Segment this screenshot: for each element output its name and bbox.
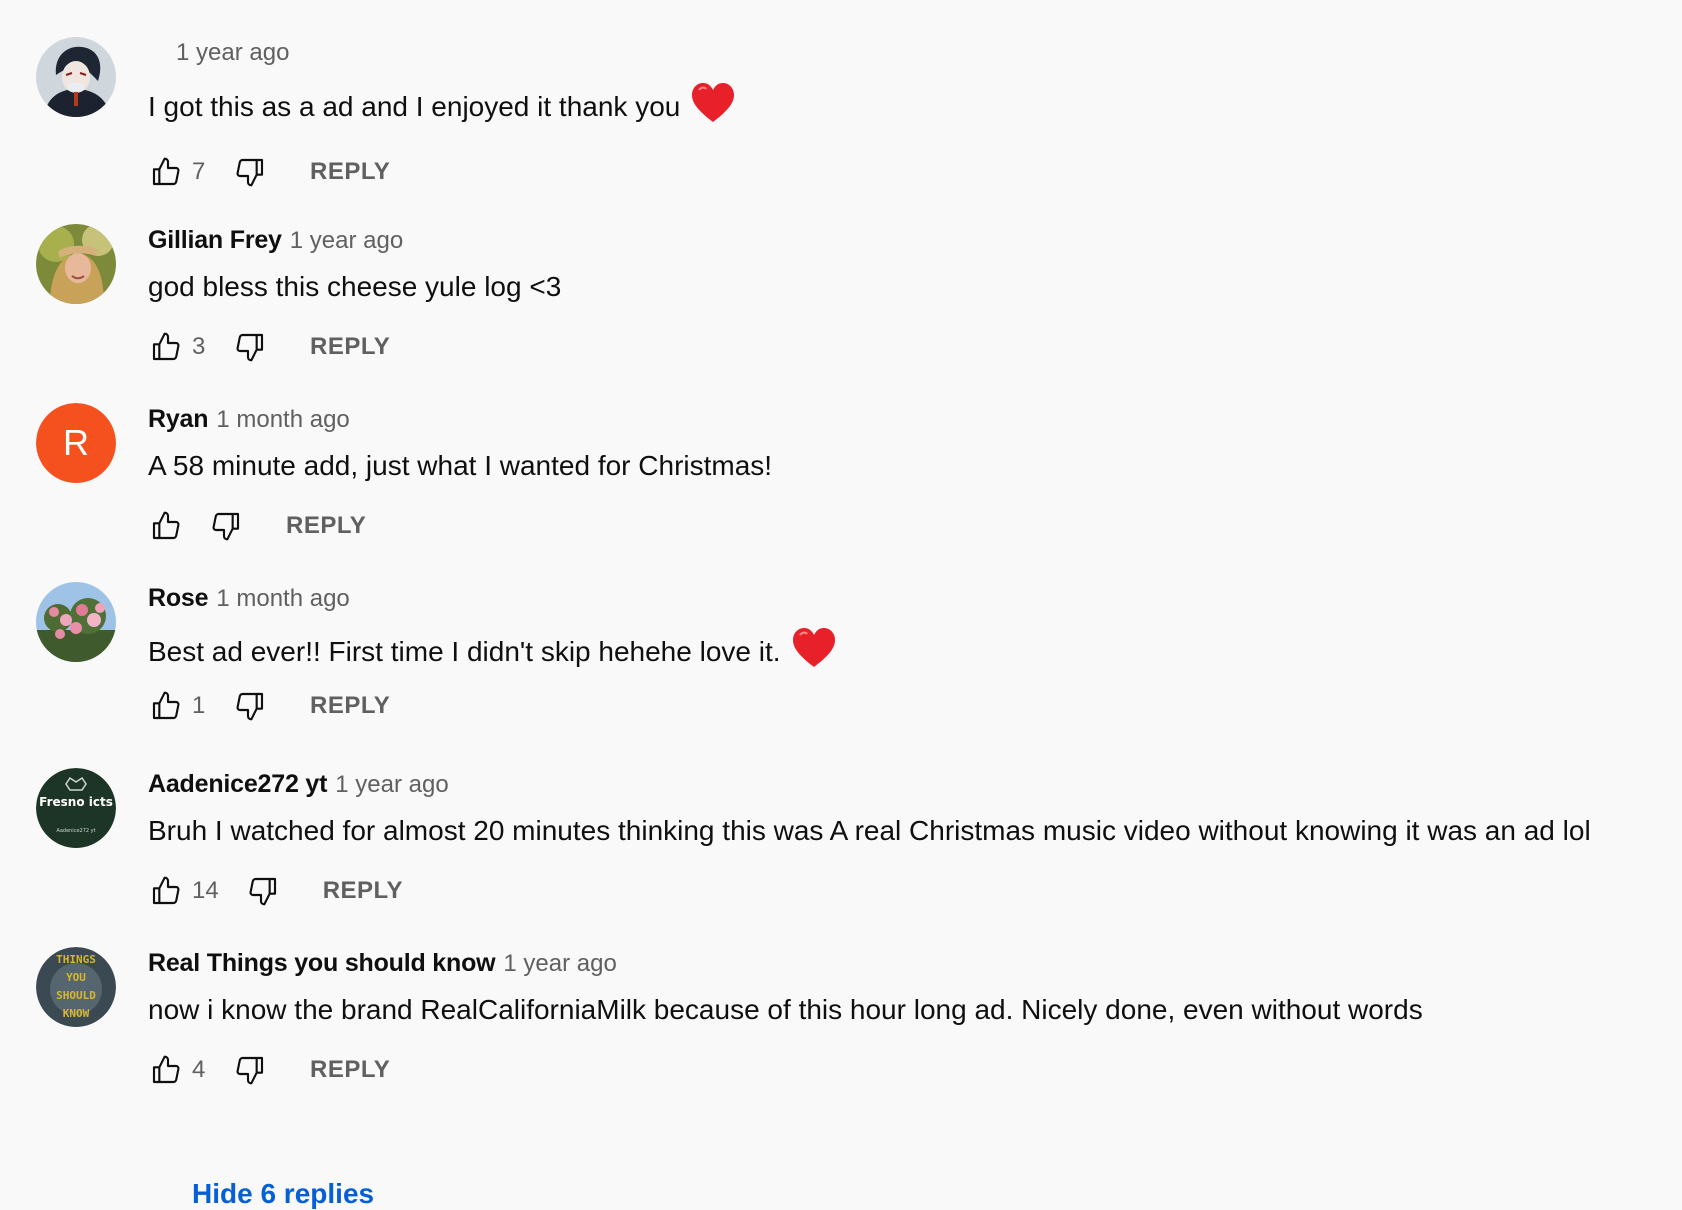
comment-actions: REPLY [146, 504, 366, 548]
like-button[interactable] [146, 152, 186, 192]
avatar[interactable]: R [36, 403, 116, 483]
reply-button[interactable]: REPLY [323, 877, 403, 905]
avatar-text-line: YOU [66, 971, 86, 984]
avatar[interactable]: THINGS YOU SHOULD KNOW [36, 947, 116, 1027]
dislike-button[interactable] [230, 152, 270, 192]
avatar-letter: R [63, 422, 89, 463]
avatar[interactable] [36, 37, 116, 117]
comment-time[interactable]: 1 year ago [290, 227, 403, 255]
comment-time[interactable]: 1 month ago [216, 585, 349, 613]
comment-text-content: now i know the brand RealCaliforniaMilk … [148, 994, 1423, 1025]
comment-time[interactable]: 1 year ago [503, 950, 616, 978]
comment-text-content: god bless this cheese yule log <3 [148, 271, 562, 302]
comment-header: 1 year ago [148, 39, 289, 75]
flowers-photo-avatar-icon [36, 582, 116, 662]
comment-text-content: Best ad ever!! First time I didn't skip … [148, 636, 781, 667]
reply-button[interactable]: REPLY [286, 512, 366, 540]
reply-button[interactable]: REPLY [310, 692, 390, 720]
dislike-button[interactable] [230, 686, 270, 726]
author-name[interactable]: Gillian Frey [148, 226, 282, 255]
avatar-subtext: Aadenice272 yt [56, 828, 95, 834]
hide-replies-button[interactable]: Hide 6 replies [192, 1178, 374, 1210]
comment-text-content: Bruh I watched for almost 20 minutes thi… [148, 815, 1591, 846]
comment-text-content: I got this as a ad and I enjoyed it than… [148, 91, 681, 122]
comment-text: god bless this cheese yule log <3 [148, 269, 561, 305]
comment-text: Best ad ever!! First time I didn't skip … [148, 627, 837, 670]
comment-time[interactable]: 1 year ago [176, 39, 289, 67]
avatar-text: Fresno icts [39, 795, 113, 809]
like-button[interactable] [146, 506, 186, 546]
channel-logo-avatar-icon: Fresno icts Aadenice272 yt [36, 768, 116, 848]
comment-header: Ryan 1 month ago [148, 405, 350, 441]
like-count: 1 [192, 692, 206, 719]
thumbs-up-icon [152, 511, 180, 540]
thumbs-down-icon [236, 158, 264, 187]
channel-logo-avatar-icon: THINGS YOU SHOULD KNOW [36, 947, 116, 1027]
comment-header: Aadenice272 yt 1 year ago [148, 770, 449, 806]
reply-button[interactable]: REPLY [310, 1056, 390, 1084]
avatar[interactable]: Fresno icts Aadenice272 yt [36, 768, 116, 848]
author-name[interactable]: Ryan [148, 405, 209, 434]
thumbs-down-icon [236, 692, 264, 721]
comment-actions: 3 REPLY [146, 325, 390, 369]
reply-button[interactable]: REPLY [310, 158, 390, 186]
comment-actions: 14 REPLY [146, 869, 403, 913]
thumbs-down-icon [249, 877, 276, 906]
like-count: 4 [192, 1056, 206, 1083]
comment-text: Bruh I watched for almost 20 minutes thi… [148, 813, 1591, 849]
avatar-text-line: KNOW [63, 1007, 90, 1020]
reply-button[interactable]: REPLY [310, 333, 390, 361]
thumbs-up-icon [152, 1055, 180, 1084]
thumbs-down-icon [236, 333, 264, 362]
dislike-button[interactable] [243, 871, 283, 911]
letter-avatar-icon: R [36, 403, 116, 483]
comment-time[interactable]: 1 year ago [335, 771, 448, 799]
like-button[interactable] [146, 686, 186, 726]
thumbs-down-icon [236, 1056, 264, 1085]
like-count: 3 [192, 333, 206, 360]
author-name[interactable]: Real Things you should know [148, 949, 496, 978]
thumbs-up-icon [152, 157, 180, 186]
person-photo-avatar-icon [36, 224, 116, 304]
avatar-text-line: THINGS [56, 953, 96, 966]
comment-actions: 1 REPLY [146, 684, 390, 728]
author-name[interactable]: Aadenice272 yt [148, 770, 327, 799]
comment-time[interactable]: 1 month ago [216, 406, 349, 434]
anime-character-avatar-icon [36, 37, 116, 117]
dislike-button[interactable] [206, 506, 246, 546]
comment-text-content: A 58 minute add, just what I wanted for … [148, 450, 773, 481]
avatar[interactable] [36, 582, 116, 662]
author-name[interactable]: Rose [148, 584, 209, 613]
avatar-text-line: SHOULD [56, 989, 96, 1002]
like-count: 7 [192, 158, 206, 185]
like-button[interactable] [146, 1050, 186, 1090]
comment-text: I got this as a ad and I enjoyed it than… [148, 82, 736, 125]
thumbs-up-icon [152, 332, 180, 361]
like-button[interactable] [146, 871, 186, 911]
comment-text: A 58 minute add, just what I wanted for … [148, 448, 772, 484]
like-button[interactable] [146, 327, 186, 367]
thumbs-down-icon [212, 512, 240, 541]
thumbs-up-icon [152, 876, 180, 905]
thumbs-up-icon [152, 691, 180, 720]
heart-emoji-icon [692, 83, 735, 122]
heart-emoji-icon [792, 628, 835, 667]
comment-actions: 7 REPLY [146, 150, 390, 194]
comment-actions: 4 REPLY [146, 1048, 390, 1092]
dislike-button[interactable] [230, 327, 270, 367]
comment-header: Rose 1 month ago [148, 584, 350, 620]
comment-header: Gillian Frey 1 year ago [148, 226, 403, 262]
like-count: 14 [192, 877, 219, 904]
avatar[interactable] [36, 224, 116, 304]
dislike-button[interactable] [230, 1050, 270, 1090]
comment-text: now i know the brand RealCaliforniaMilk … [148, 992, 1423, 1028]
comment-header: Real Things you should know 1 year ago [148, 949, 617, 985]
